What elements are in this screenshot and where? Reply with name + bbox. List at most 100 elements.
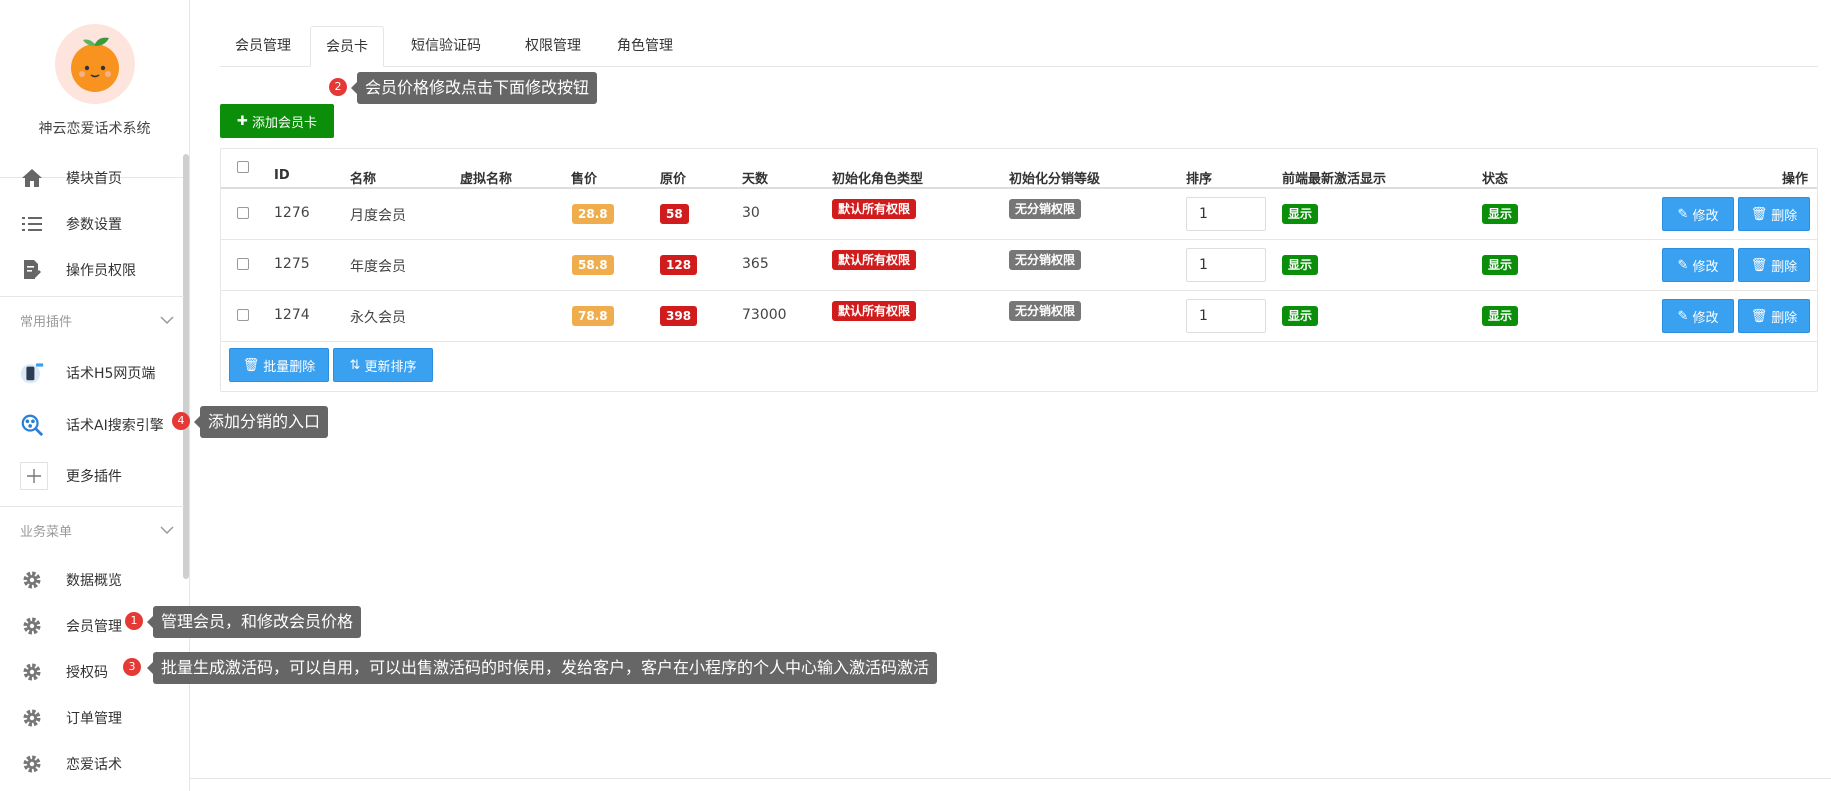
edit-icon: ✎ (1677, 206, 1689, 222)
cell-id: 1275 (274, 256, 310, 272)
tooltip-price-edit: 会员价格修改点击下面修改按钮 (350, 72, 598, 104)
sidebar-item-operator[interactable]: 操作员权限 (0, 250, 184, 290)
sort-input[interactable]: 1 (1186, 299, 1266, 333)
column-header: 排序 (1186, 172, 1213, 187)
role-type-badge: 默认所有权限 (832, 199, 917, 219)
gear-icon (20, 752, 44, 776)
trash-icon: 🗑 (1750, 308, 1768, 324)
edit-button[interactable]: ✎ 修改 (1662, 197, 1734, 231)
sidebar-item-label: 更多插件 (66, 469, 122, 485)
sidebar-item-label: 订单管理 (66, 711, 122, 727)
column-header: 操作 (1782, 172, 1809, 187)
list-icon (20, 212, 44, 236)
tab-member-card[interactable]: 会员卡 (310, 26, 384, 67)
trash-icon: 🗑 (1750, 257, 1768, 273)
sidebar-item-label: 恋爱话术 (66, 757, 122, 773)
role-type-badge: 默认所有权限 (832, 301, 917, 321)
select-all-checkbox[interactable] (237, 161, 249, 173)
sidebar-item-love-scripts[interactable]: 恋爱话术 (0, 744, 184, 784)
cell-id: 1276 (274, 205, 310, 221)
sidebar-item-label: 会员管理 (66, 619, 122, 635)
front-show-badge[interactable]: 显示 (1282, 306, 1319, 326)
update-sort-button[interactable]: ⇅ 更新排序 (333, 348, 433, 382)
row-checkbox[interactable] (237, 207, 249, 219)
sidebar-item-orders[interactable]: 订单管理 (0, 698, 184, 738)
sidebar-item-h5[interactable]: 话术H5网页端 (0, 353, 184, 393)
sidebar-item-more-plugins[interactable]: 更多插件 (0, 456, 184, 496)
button-label: 修改 (1692, 208, 1719, 224)
status-badge[interactable]: 显示 (1482, 255, 1519, 275)
button-label: 批量删除 (263, 359, 316, 375)
column-header: 虚拟名称 (460, 172, 513, 187)
tab-bar: 会员管理 会员卡 短信验证码 权限管理 角色管理 (220, 26, 1818, 67)
front-show-badge[interactable]: 显示 (1282, 204, 1319, 224)
column-header: 初始化角色类型 (832, 172, 924, 187)
button-label: 更新排序 (364, 359, 417, 375)
table-divider (221, 239, 1817, 240)
delete-button[interactable]: 🗑 删除 (1738, 248, 1810, 282)
price-badge: 28.8 (572, 204, 614, 224)
role-type-badge: 默认所有权限 (832, 250, 917, 270)
sidebar-item-label: 授权码 (66, 665, 108, 681)
sidebar-item-label: 话术H5网页端 (66, 366, 156, 382)
tab-sms-code[interactable]: 短信验证码 (388, 26, 504, 67)
edit-icon: ✎ (1677, 308, 1689, 324)
tooltip-distribution: 添加分销的入口 (193, 406, 329, 438)
sidebar-item-label: 模块首页 (66, 171, 122, 187)
tooltip-auth-code: 批量生成激活码，可以自用，可以出售激活码的时候用，发给客户，客户在小程序的个人中… (146, 652, 938, 684)
tab-permissions[interactable]: 权限管理 (506, 26, 600, 67)
chevron-down-icon (160, 313, 174, 329)
table-divider (221, 341, 1817, 342)
tab-roles[interactable]: 角色管理 (600, 26, 690, 67)
add-member-card-button[interactable]: ✚ 添加会员卡 (220, 104, 334, 138)
sidebar-item-home[interactable]: 模块首页 (0, 158, 184, 198)
sidebar-group-business[interactable]: 业务菜单 (0, 506, 184, 554)
dist-level-badge: 无分销权限 (1009, 301, 1082, 321)
front-show-badge[interactable]: 显示 (1282, 255, 1319, 275)
sidebar-group-plugins[interactable]: 常用插件 (0, 296, 184, 344)
column-header: 售价 (571, 172, 598, 187)
sort-icon: ⇅ (349, 357, 361, 373)
cell-id: 1274 (274, 307, 310, 323)
edit-button[interactable]: ✎ 修改 (1662, 248, 1734, 282)
cell-name: 月度会员 (350, 208, 406, 224)
edit-icon: ✎ (1677, 257, 1689, 273)
gear-icon (20, 660, 44, 684)
app-name: 神云恋爱话术系统 (38, 121, 151, 137)
batch-delete-button[interactable]: 🗑 批量删除 (229, 348, 329, 382)
column-header: 前端最新激活显示 (1282, 172, 1387, 187)
status-badge[interactable]: 显示 (1482, 204, 1519, 224)
edit-doc-icon (20, 258, 44, 282)
cell-name: 永久会员 (350, 310, 406, 326)
sort-input[interactable]: 1 (1186, 248, 1266, 282)
column-header: ID (274, 168, 290, 183)
row-checkbox[interactable] (237, 258, 249, 270)
price-badge: 78.8 (572, 306, 614, 326)
sidebar-item-data-overview[interactable]: 数据概览 (0, 560, 184, 600)
status-badge[interactable]: 显示 (1482, 306, 1519, 326)
trash-icon: 🗑 (1750, 206, 1768, 222)
row-checkbox[interactable] (237, 309, 249, 321)
sort-input[interactable]: 1 (1186, 197, 1266, 231)
plus-icon: ✚ (237, 113, 248, 129)
cell-name: 年度会员 (350, 259, 406, 275)
button-label: 添加会员卡 (251, 115, 317, 131)
cell-days: 30 (742, 205, 760, 221)
table-divider (221, 187, 1817, 189)
original-price-badge: 128 (660, 255, 698, 275)
phone-icon (20, 361, 44, 385)
plus-icon (20, 462, 48, 490)
tab-member-mgmt[interactable]: 会员管理 (220, 26, 306, 67)
table-divider (221, 290, 1817, 291)
sidebar-item-settings[interactable]: 参数设置 (0, 204, 184, 244)
delete-button[interactable]: 🗑 删除 (1738, 197, 1810, 231)
gear-icon (20, 614, 44, 638)
edit-button[interactable]: ✎ 修改 (1662, 299, 1734, 333)
button-label: 修改 (1692, 310, 1719, 326)
sidebar-item-ai-search[interactable]: 话术AI搜索引擎 (0, 405, 184, 445)
button-label: 修改 (1692, 259, 1719, 275)
ai-search-icon (20, 413, 44, 437)
trash-icon: 🗑 (242, 357, 260, 373)
delete-button[interactable]: 🗑 删除 (1738, 299, 1810, 333)
sidebar-item-label: 参数设置 (66, 217, 122, 233)
